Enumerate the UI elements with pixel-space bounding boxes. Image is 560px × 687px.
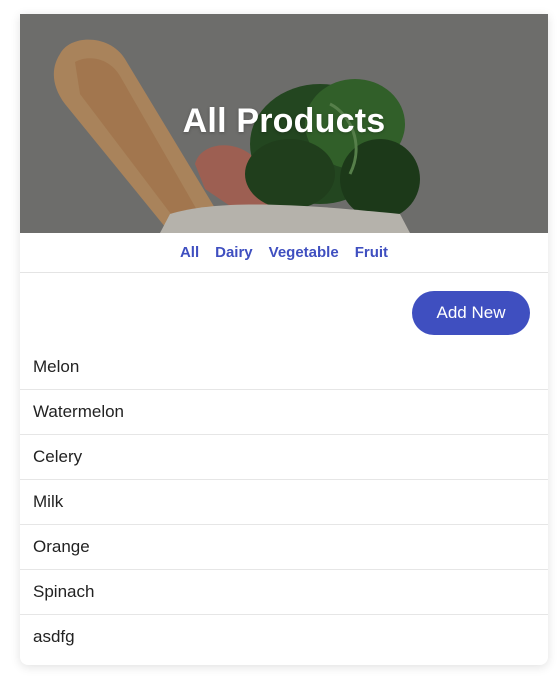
product-item-milk[interactable]: Milk xyxy=(20,479,548,524)
product-item-melon[interactable]: Melon xyxy=(20,345,548,389)
product-item-asdfg[interactable]: asdfg xyxy=(20,614,548,659)
filter-tab-fruit[interactable]: Fruit xyxy=(355,244,388,262)
product-item-watermelon[interactable]: Watermelon xyxy=(20,389,548,434)
product-item-spinach[interactable]: Spinach xyxy=(20,569,548,614)
page-title: All Products xyxy=(182,102,386,140)
toolbar: Add New xyxy=(20,273,548,345)
product-list: Melon Watermelon Celery Milk Orange Spin… xyxy=(20,345,548,659)
filter-tab-all[interactable]: All xyxy=(180,244,199,262)
category-filter-bar: All Dairy Vegetable Fruit xyxy=(20,233,548,273)
hero-banner: All Products xyxy=(20,14,548,233)
products-card: All Products All Dairy Vegetable Fruit A… xyxy=(20,14,548,665)
add-new-button[interactable]: Add New xyxy=(412,291,530,335)
product-item-orange[interactable]: Orange xyxy=(20,524,548,569)
product-item-celery[interactable]: Celery xyxy=(20,434,548,479)
filter-tab-vegetable[interactable]: Vegetable xyxy=(269,244,339,262)
filter-tab-dairy[interactable]: Dairy xyxy=(215,244,253,262)
